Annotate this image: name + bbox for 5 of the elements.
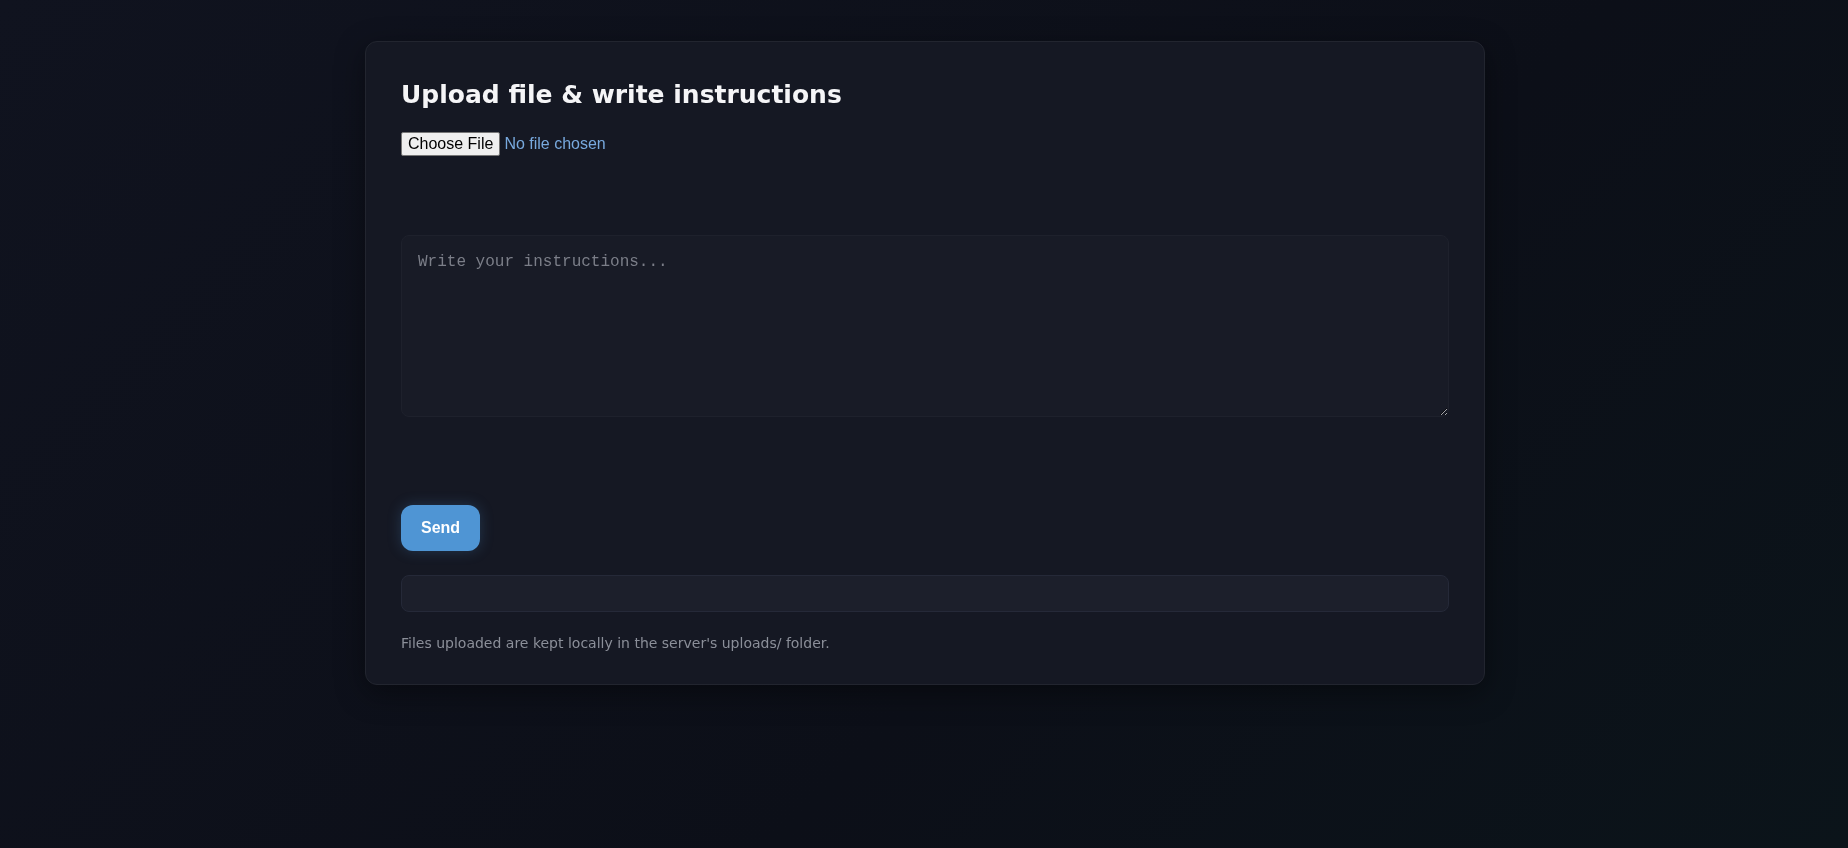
choose-file-button[interactable]: Choose File xyxy=(401,132,501,156)
footer-note: Files uploaded are kept locally in the server's uploads/ folder. xyxy=(401,634,831,653)
instructions-field[interactable]: Write your instructions... xyxy=(401,235,1449,417)
card-title: Upload file & write instructions xyxy=(401,80,843,110)
file-status: No file chosen xyxy=(504,134,606,154)
